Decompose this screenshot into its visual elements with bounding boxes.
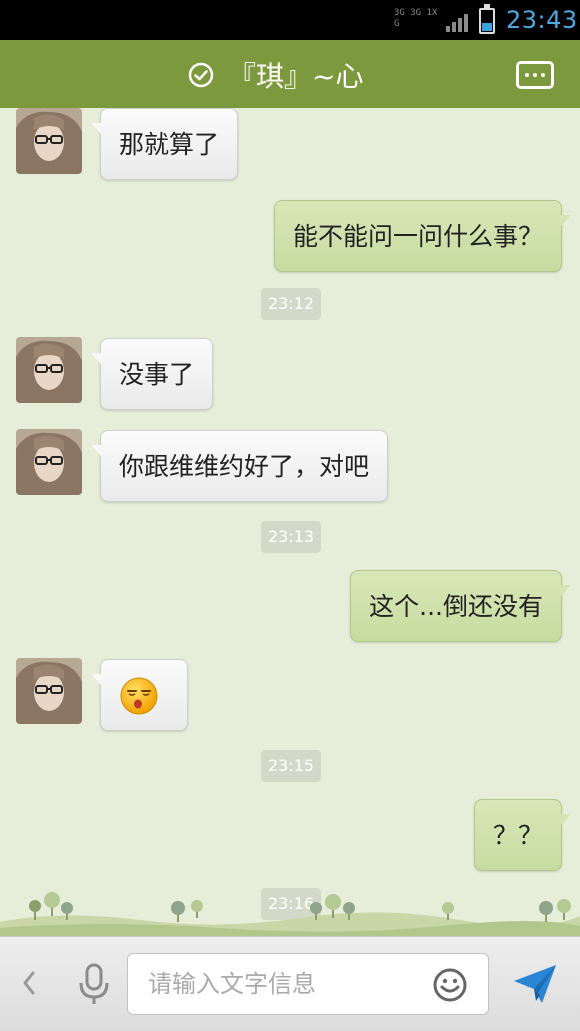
- message-text: 这个...倒还没有: [369, 592, 543, 621]
- message-text: ？？: [492, 821, 543, 850]
- message-text: 没事了: [119, 360, 195, 389]
- message-text: 你跟维维约好了，对吧: [119, 452, 370, 481]
- chevron-left-icon[interactable]: [18, 967, 40, 999]
- message-bubble-outgoing[interactable]: 能不能问一问什么事？: [273, 200, 572, 272]
- chat-area[interactable]: 那就算了 能不能问一问什么事？ 23:12 没事了 你跟维维约好了，对吧 23:…: [0, 108, 580, 936]
- status-time: 23:43: [506, 6, 578, 34]
- message-text: 能不能问一问什么事？: [292, 222, 543, 251]
- message-input-placeholder: 请输入文字信息: [148, 970, 316, 998]
- avatar[interactable]: [16, 108, 82, 174]
- avatar[interactable]: [16, 658, 82, 724]
- message-bubble-incoming[interactable]: 那就算了: [90, 108, 239, 180]
- battery-icon: [479, 4, 495, 34]
- avatar-image: [16, 337, 82, 403]
- avatar-image: [16, 108, 82, 174]
- check-circle-icon: [188, 62, 214, 88]
- timestamp: 23:13: [261, 521, 321, 553]
- landscape-decoration: [0, 892, 580, 936]
- network-indicator: 3G 3G 1X G: [394, 8, 444, 32]
- send-icon[interactable]: [512, 963, 558, 1007]
- message-bubble-incoming[interactable]: [91, 659, 188, 731]
- timestamp: 23:15: [261, 750, 321, 782]
- timestamp: 23:12: [261, 288, 321, 320]
- status-bar: 3G 3G 1X G 23:43: [0, 0, 580, 40]
- drowsy-face-emoji-icon: [120, 677, 158, 715]
- message-bubble-incoming[interactable]: 没事了: [90, 338, 214, 410]
- message-text: 那就算了: [119, 130, 220, 159]
- chat-header: 『琪』~心: [0, 40, 580, 114]
- more-icon-dot: [533, 73, 537, 77]
- message-bubble-outgoing[interactable]: ？？: [473, 799, 572, 871]
- signal-icon: [446, 12, 468, 32]
- more-button[interactable]: [516, 61, 554, 89]
- microphone-icon[interactable]: [74, 961, 114, 1007]
- more-icon-dot: [525, 73, 529, 77]
- network-label: 3G 3G 1X G: [394, 8, 438, 29]
- title-group: 『琪』~心: [188, 58, 364, 93]
- input-bar: 请输入文字信息: [0, 936, 580, 1031]
- message-bubble-outgoing[interactable]: 这个...倒还没有: [350, 570, 571, 642]
- page-title: 『琪』~心: [228, 60, 364, 93]
- avatar[interactable]: [16, 429, 82, 495]
- avatar-image: [16, 429, 82, 495]
- avatar[interactable]: [16, 337, 82, 403]
- message-bubble-incoming[interactable]: 你跟维维约好了，对吧: [90, 430, 389, 502]
- smiley-icon[interactable]: [432, 967, 468, 1003]
- more-icon-dot: [541, 73, 545, 77]
- avatar-image: [16, 658, 82, 724]
